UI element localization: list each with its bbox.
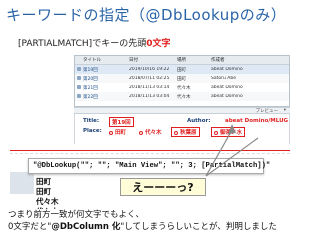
row-date: 2018/11/13 03:04 bbox=[129, 94, 170, 99]
formula-box: "@DbLookup(""; ""; "Main View"; ""; 3; [… bbox=[28, 158, 270, 174]
title-field[interactable]: 第19回 bbox=[109, 117, 134, 127]
chevron-down-icon[interactable]: ▾ bbox=[284, 108, 286, 113]
red-divider bbox=[10, 150, 290, 151]
notes-view: タイトル 日付 場所 作成者 第19回 2019/10/16 19:22 田町 … bbox=[74, 55, 290, 107]
document-preview: Title: 第19回 Author: abeat Domino/MLUG Pl… bbox=[74, 114, 290, 144]
row-author: abeat Domino bbox=[211, 94, 243, 99]
radio-icon bbox=[174, 130, 178, 135]
footer-text: つまり前方一致が何文字でもよく、 0文字だと"@DbColumn 化"してしまう… bbox=[8, 209, 277, 233]
row-title: 第22回 bbox=[83, 94, 98, 100]
row-title: 第19回 bbox=[83, 67, 98, 73]
column-header-place[interactable]: 場所 bbox=[175, 57, 209, 63]
row-title: 第21回 bbox=[83, 85, 98, 91]
subtitle: [PARTIALMATCH]でキーの先頭0文字 bbox=[18, 36, 170, 49]
radio-icon bbox=[109, 130, 113, 135]
callout-box: えーーーっ? bbox=[120, 178, 206, 196]
row-place: 代々木 bbox=[177, 85, 191, 91]
place-option-3[interactable]: 秋葉原 bbox=[171, 127, 200, 137]
author-label: Author: bbox=[187, 118, 211, 124]
subtitle-prefix: [PARTIALMATCH]でキーの先頭 bbox=[18, 39, 147, 49]
row-author: abeat Domino bbox=[211, 85, 243, 90]
row-place: 田町 bbox=[177, 67, 186, 73]
place-option-4[interactable]: 御茶ノ水 bbox=[211, 127, 246, 137]
subtitle-highlight: 0文字 bbox=[146, 39, 171, 49]
row-title: 第20回 bbox=[83, 76, 98, 82]
place-option-4-label: 御茶ノ水 bbox=[220, 130, 243, 136]
footer-line-2-suffix: "してしまうらしいことが、判明しました bbox=[120, 222, 277, 232]
footer-line-2: 0文字だと"@DbColumn 化"してしまうらしいことが、判明しました bbox=[8, 221, 277, 233]
radio-icon bbox=[214, 130, 218, 135]
column-header-date[interactable]: 日付 bbox=[127, 57, 175, 63]
row-date: 2018/11/13 03:14 bbox=[129, 85, 170, 90]
column-header-title[interactable]: タイトル bbox=[81, 57, 127, 63]
column-header-author[interactable]: 作成者 bbox=[209, 57, 269, 63]
row-place: 代々木 bbox=[177, 94, 191, 100]
table-row[interactable]: 第20回 2018/07/11 02:25 田町 Satoru Abe bbox=[75, 74, 289, 83]
author-value: abeat Domino/MLUG bbox=[225, 118, 289, 124]
place-option-1-label: 田町 bbox=[115, 130, 127, 136]
table-row[interactable]: 第19回 2019/10/16 19:22 田町 abeat Domino bbox=[75, 65, 289, 74]
footer-line-2-bold: @DbColumn 化 bbox=[51, 222, 121, 232]
radio-icon bbox=[139, 130, 143, 135]
view-header: タイトル 日付 場所 作成者 bbox=[75, 56, 289, 65]
row-date: 2019/10/16 19:22 bbox=[129, 67, 170, 72]
row-date: 2018/07/11 02:25 bbox=[129, 76, 170, 81]
row-place: 田町 bbox=[177, 76, 186, 82]
row-author: abeat Domino bbox=[211, 67, 243, 72]
place-option-2[interactable]: 代々木 bbox=[139, 128, 162, 136]
dashed-divider bbox=[10, 153, 290, 154]
results-column-bg bbox=[10, 172, 34, 194]
slide-title: キーワードの指定（@DbLookupのみ） bbox=[6, 6, 287, 24]
table-row[interactable]: 第22回 2018/11/13 03:04 代々木 abeat Domino bbox=[75, 92, 289, 101]
title-label: Title: bbox=[83, 118, 100, 124]
place-option-1[interactable]: 田町 bbox=[109, 128, 126, 136]
footer-line-2-prefix: 0文字だと" bbox=[8, 222, 52, 232]
preview-divider[interactable]: プレビュー ▾ bbox=[74, 107, 290, 114]
row-author: Satoru Abe bbox=[211, 76, 236, 81]
place-option-3-label: 秋葉原 bbox=[180, 130, 197, 136]
place-option-2-label: 代々木 bbox=[145, 130, 162, 136]
table-row[interactable]: 第21回 2018/11/13 03:14 代々木 abeat Domino bbox=[75, 83, 289, 92]
footer-line-1: つまり前方一致が何文字でもよく、 bbox=[8, 210, 145, 220]
place-label: Place: bbox=[83, 128, 102, 134]
